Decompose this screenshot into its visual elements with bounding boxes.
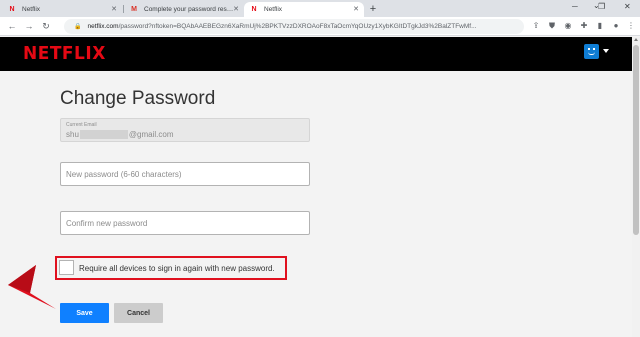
tab-title: Netflix	[22, 6, 41, 13]
close-icon[interactable]: ✕	[111, 5, 117, 13]
current-email-value: shu @gmail.com	[66, 130, 173, 139]
minimize-icon[interactable]: ─	[572, 2, 578, 11]
puzzle-icon[interactable]: ✚	[578, 20, 590, 32]
require-signin-label[interactable]: Require all devices to sign in again wit…	[79, 264, 275, 273]
netflix-header: NETFLIX	[0, 37, 632, 71]
profile-icon[interactable]: ●	[610, 20, 622, 32]
browser-tab[interactable]: N Netflix ✕	[2, 2, 122, 17]
browser-tab[interactable]: M Complete your password reset r... ✕	[124, 2, 244, 17]
confirm-password-input[interactable]	[61, 212, 309, 234]
restore-icon[interactable]: ❐	[598, 2, 605, 11]
scrollbar-thumb[interactable]	[633, 45, 639, 235]
back-icon[interactable]: ←	[6, 20, 18, 32]
shield-extension-icon[interactable]: ⛊	[546, 20, 558, 32]
require-signin-checkbox[interactable]	[59, 260, 74, 275]
current-email-label: Current Email	[66, 122, 97, 128]
page-scrollbar[interactable]	[632, 37, 640, 337]
tab-title: Netflix	[264, 6, 283, 13]
profile-avatar[interactable]	[584, 44, 599, 59]
caret-down-icon[interactable]	[603, 49, 609, 53]
menu-icon[interactable]: ⋮	[625, 20, 637, 32]
email-prefix: shu	[66, 130, 79, 139]
save-button[interactable]: Save	[60, 303, 109, 323]
netflix-n-icon: N	[251, 6, 257, 13]
page-title: Change Password	[60, 88, 216, 109]
url-host: netflix.com	[87, 23, 119, 30]
forward-icon[interactable]: →	[23, 20, 35, 32]
current-email-field: Current Email shu @gmail.com	[60, 118, 310, 142]
cancel-button[interactable]: Cancel	[114, 303, 163, 323]
sidebar-icon[interactable]: ▮	[594, 20, 606, 32]
scroll-up-icon[interactable]	[634, 38, 638, 41]
reload-icon[interactable]: ↻	[40, 20, 52, 32]
confirm-password-field[interactable]	[60, 211, 310, 235]
url-path: /password?nftoken=BQAbAAEBEGzn6XaRmUj%2B…	[118, 23, 477, 30]
browser-tab-active[interactable]: N Netflix ✕	[244, 2, 364, 17]
share-icon[interactable]: ⇪	[530, 20, 542, 32]
close-icon[interactable]: ✕	[353, 5, 359, 13]
red-arrow-pointer	[8, 265, 56, 309]
address-bar[interactable]: 🔒 netflix.com/password?nftoken=BQAbAAEBE…	[64, 19, 524, 34]
extension-icon[interactable]: ◉	[562, 20, 574, 32]
tab-title: Complete your password reset r...	[144, 6, 236, 13]
browser-toolbar: ← → ↻ 🔒 netflix.com/password?nftoken=BQA…	[0, 17, 640, 36]
new-tab-button[interactable]: +	[367, 3, 379, 15]
close-icon[interactable]: ✕	[233, 5, 239, 13]
netflix-logo[interactable]: NETFLIX	[23, 44, 106, 65]
window-close-icon[interactable]: ✕	[624, 2, 631, 11]
gmail-icon: M	[131, 6, 137, 13]
redacted-block	[79, 130, 128, 139]
new-password-field[interactable]	[60, 162, 310, 186]
new-password-input[interactable]	[61, 163, 309, 185]
netflix-n-icon: N	[9, 6, 15, 13]
lock-icon: 🔒	[74, 24, 82, 30]
email-suffix: @gmail.com	[128, 130, 174, 139]
browser-tab-strip: N Netflix ✕ M Complete your password res…	[0, 0, 640, 17]
